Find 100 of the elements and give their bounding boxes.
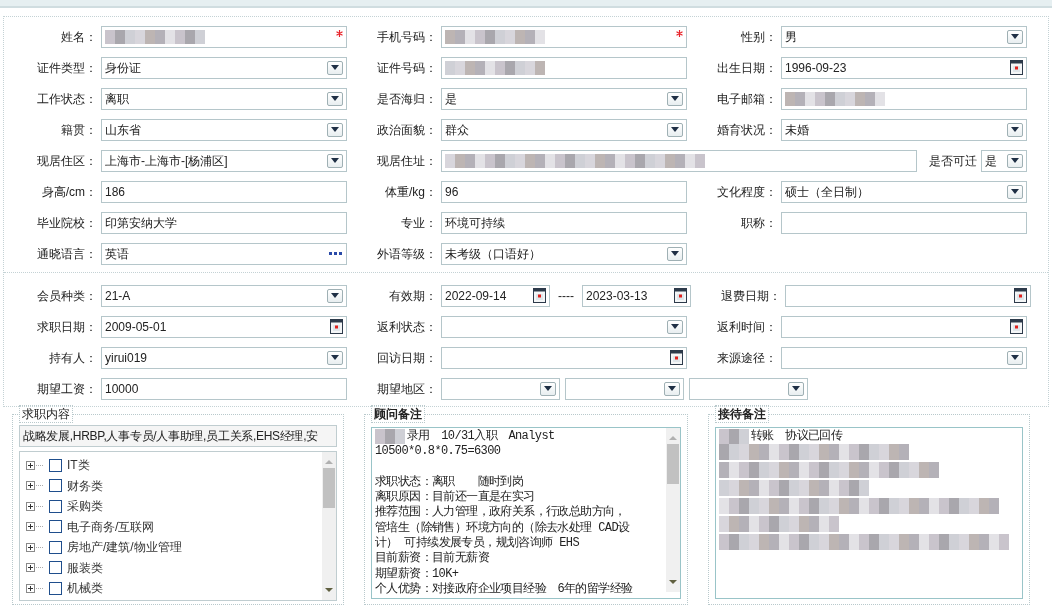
dropdown[interactable]: 硕士（全日制） xyxy=(781,180,1027,203)
tree-item[interactable]: 电子商务/互联网 xyxy=(67,517,155,536)
text-field[interactable]: 96 xyxy=(441,180,687,203)
caret-icon xyxy=(327,122,343,137)
expand-icon[interactable] xyxy=(26,460,43,470)
field-label: 退费日期： xyxy=(720,287,781,305)
expand-icon[interactable] xyxy=(26,563,43,573)
panel-title: 顾问备注 xyxy=(371,405,425,423)
summary-field[interactable]: 战略发展,HRBP,人事专员/人事助理,员工关系,EHS经理,安 xyxy=(19,425,337,447)
tree-item[interactable]: 采购类 xyxy=(67,497,103,516)
field-label: 持有人： xyxy=(48,349,97,367)
note-line: 推荐范围：人力管理，政府关系，行政总助方向， xyxy=(375,505,626,521)
checkbox[interactable] xyxy=(49,499,62,513)
text-field[interactable] xyxy=(781,87,1027,110)
calendar-icon xyxy=(674,288,687,303)
dropdown[interactable]: 未考级（口语好） xyxy=(441,242,687,265)
checkbox[interactable] xyxy=(49,458,62,472)
caret-icon xyxy=(327,153,343,168)
checkbox[interactable] xyxy=(49,520,62,534)
field-label: 通晓语言： xyxy=(36,245,97,263)
field-label: 期望工资： xyxy=(36,380,97,398)
field-label: 政治面貌： xyxy=(376,121,437,139)
calendar-icon xyxy=(533,288,546,303)
date-field[interactable]: 2023-03-13 xyxy=(582,284,691,307)
text-field[interactable] xyxy=(441,149,917,172)
field-label: 性别： xyxy=(740,28,777,46)
caret-icon xyxy=(540,381,556,396)
note-line: 录用 10/31入职 Analyst xyxy=(407,429,555,445)
field-label: 现居住址： xyxy=(376,152,437,170)
field-label: 工作状态： xyxy=(36,90,97,108)
dropdown[interactable]: 群众 xyxy=(441,118,687,141)
field-label: 婚育状况： xyxy=(716,121,777,139)
date-field[interactable]: 2009-05-01 xyxy=(101,315,347,338)
checkbox[interactable] xyxy=(49,561,62,575)
text-field[interactable] xyxy=(441,56,687,79)
dropdown[interactable]: 未婚 xyxy=(781,118,1027,141)
text-field[interactable]: 186 xyxy=(101,180,347,203)
tree-item[interactable]: 财务类 xyxy=(67,476,103,495)
expand-icon[interactable] xyxy=(26,583,43,593)
checkbox[interactable] xyxy=(49,479,62,493)
dropdown[interactable]: 身份证 xyxy=(101,56,347,79)
checkbox[interactable] xyxy=(49,540,62,554)
caret-icon xyxy=(1007,350,1023,365)
dropdown[interactable]: 山东省 xyxy=(101,118,347,141)
date-field[interactable] xyxy=(441,346,687,369)
tree-item[interactable]: 服装类 xyxy=(67,558,103,577)
tree-item[interactable]: IT类 xyxy=(67,456,90,475)
text-field[interactable] xyxy=(781,211,1027,234)
dropdown[interactable]: 21-A xyxy=(101,284,347,307)
dropdown[interactable]: 离职 xyxy=(101,87,347,110)
field-label: 证件号码： xyxy=(376,59,437,77)
note-line: 10500*0.8*0.75=6300 xyxy=(375,444,501,460)
field-label: 外语等级： xyxy=(376,245,437,263)
calendar-icon xyxy=(1010,60,1023,75)
dropdown[interactable]: 男 xyxy=(781,25,1027,48)
text-field[interactable]: 印第安纳大学 xyxy=(101,211,347,234)
text-field[interactable]: 环境可持续 xyxy=(441,211,687,234)
date-field[interactable]: 1996-09-23 xyxy=(781,56,1027,79)
caret-icon xyxy=(788,381,804,396)
expand-icon[interactable] xyxy=(26,542,43,552)
field-label: 返利状态： xyxy=(376,318,437,336)
field-label: 出生日期： xyxy=(716,59,777,77)
note-line: 个人优势：对接政府企业项目经验 6年的留学经验 xyxy=(375,581,633,598)
dropdown[interactable]: 上海市-上海市-[杨浦区] xyxy=(101,149,347,172)
lookup-field[interactable]: 英语 xyxy=(101,242,347,265)
date-field[interactable] xyxy=(781,315,1027,338)
caret-icon xyxy=(667,122,683,137)
date-field[interactable]: 2022-09-14 xyxy=(441,284,550,307)
field-label: 回访日期： xyxy=(376,349,437,367)
field-label: 职称： xyxy=(740,214,777,232)
field-label: 体重/kg： xyxy=(384,183,437,201)
text-field[interactable]: 10000 xyxy=(101,377,347,400)
notes-area[interactable]: 录用 10/31入职 Analyst 10500*0.8*0.75=6300 求职状态：离职 随时到岗 离职原因：目前还一直是在实习 推荐范围：人力管理，政府关系，行政总助方向， 管培生（除销售）环境方向的（除去水处理 CAD设 计） 可持续发展专员，规划咨询师 EHS 目前薪资：目前无薪资 期望薪资：10K+ 个人优势：对接政府企业项目经验 6年的留学经验 xyxy=(371,427,681,599)
field-label: 来源途径： xyxy=(716,349,777,367)
date-field[interactable] xyxy=(785,284,1031,307)
expand-icon[interactable] xyxy=(26,501,43,511)
checkbox[interactable] xyxy=(49,581,62,595)
caret-icon xyxy=(327,91,343,106)
dropdown[interactable]: yirui019 xyxy=(101,346,347,369)
field-label: 证件类型： xyxy=(36,59,97,77)
field-label: 是否海归： xyxy=(376,90,437,108)
field-label: 现居住区： xyxy=(36,152,97,170)
expand-icon[interactable] xyxy=(26,522,43,532)
notes-area[interactable]: 转账 协议已回传 xyxy=(715,427,1023,599)
note-line: 求职状态：离职 随时到岗 xyxy=(375,474,524,490)
caret-icon xyxy=(1007,184,1023,199)
field-label: 专业： xyxy=(400,214,437,232)
note-line: 管培生（除销售）环境方向的（除去水处理 CAD设 xyxy=(375,520,630,536)
dropdown[interactable]: 是 xyxy=(441,87,687,110)
panel-title: 接待备注 xyxy=(715,405,769,423)
dropdown[interactable]: 是 xyxy=(981,149,1027,172)
field-label: 会员种类： xyxy=(36,287,97,305)
caret-icon xyxy=(327,288,343,303)
tree-item[interactable]: 机械类 xyxy=(67,579,103,598)
text-field[interactable] xyxy=(101,25,347,48)
text-field[interactable] xyxy=(441,25,687,48)
caret-icon xyxy=(1007,122,1023,137)
range-separator: ---- xyxy=(557,287,575,305)
tree-item[interactable]: 房地产/建筑/物业管理 xyxy=(67,538,182,557)
expand-icon[interactable] xyxy=(26,481,43,491)
